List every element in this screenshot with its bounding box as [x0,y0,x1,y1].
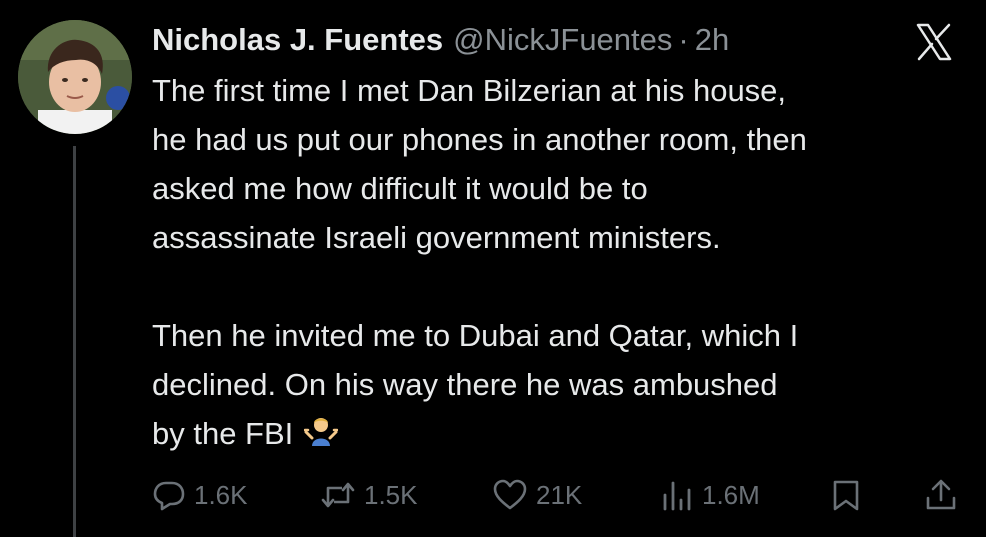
timestamp[interactable]: 2h [695,18,729,62]
reply-icon [153,481,185,511]
thread-line [73,146,76,537]
display-name[interactable]: Nicholas J. Fuentes [152,18,443,62]
heart-icon [493,479,527,510]
tweet-text: The first time I met Dan Bilzerian at hi… [152,66,972,458]
repost-count: 1.5K [364,479,418,510]
tweet-paragraph-2: Then he invited me to Dubai and Qatar, w… [152,311,972,458]
separator-dot: · [678,22,689,57]
action-bar: 1.6K 1.5K 21K 1.6M [152,474,972,516]
man-shrugging-emoji [303,413,339,447]
bookmark-icon [833,480,859,511]
share-icon [926,479,956,510]
tweet-paragraph-1: The first time I met Dan Bilzerian at hi… [152,73,807,255]
tweet-header: Nicholas J. Fuentes @NickJFuentes · 2h [152,18,729,62]
views-count: 1.6M [702,479,760,510]
reply-button[interactable]: 1.6K [152,474,248,516]
repost-icon [321,482,355,508]
like-count: 21K [536,479,583,510]
reply-count: 1.6K [194,479,248,510]
avatar[interactable] [18,20,132,134]
tweet: Nicholas J. Fuentes @NickJFuentes · 2h T… [0,0,986,537]
views-icon [663,481,691,511]
tweet-paragraph-2-text: Then he invited me to Dubai and Qatar, w… [152,318,799,451]
bookmark-button[interactable] [830,474,862,516]
repost-button[interactable]: 1.5K [320,474,418,516]
views-button[interactable]: 1.6M [660,474,760,516]
share-button[interactable] [924,474,958,516]
like-button[interactable]: 21K [492,474,582,516]
user-handle[interactable]: @NickJFuentes [453,18,672,62]
x-logo-icon[interactable] [914,22,954,62]
